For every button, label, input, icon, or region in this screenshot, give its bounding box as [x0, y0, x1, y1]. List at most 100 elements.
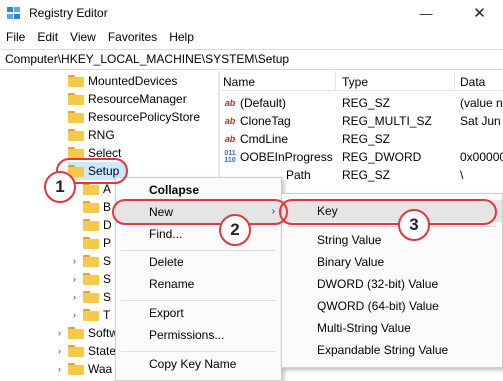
menu-edit[interactable]: Edit: [31, 30, 64, 44]
tree-item-label: D: [103, 218, 112, 232]
expand-chevron-icon[interactable]: ›: [73, 256, 76, 266]
menu-item-export[interactable]: Export: [116, 302, 281, 324]
menu-item-delete[interactable]: Delete: [116, 251, 281, 273]
tree-item-resourcemanager[interactable]: ResourceManager: [68, 90, 187, 108]
value-data: Sat Jun (: [460, 114, 503, 128]
submenu-item-dword-value[interactable]: DWORD (32-bit) Value: [282, 273, 502, 295]
folder-icon: [83, 219, 99, 231]
list-header: Name Type Data: [220, 71, 503, 91]
window-title: Registry Editor: [29, 6, 108, 20]
menu-file[interactable]: File: [0, 30, 31, 44]
tree-item-label: ResourcePolicyStore: [88, 110, 201, 124]
step-badge-2: 2: [219, 214, 251, 246]
tree-item-label: T: [103, 308, 111, 322]
title-bar: Registry Editor — ✕: [0, 0, 503, 26]
value-type: REG_SZ: [342, 96, 391, 110]
value-data: 0x00000: [460, 150, 503, 164]
folder-icon: [68, 93, 84, 105]
close-button[interactable]: ✕: [456, 0, 503, 26]
value-type: REG_DWORD: [342, 150, 422, 164]
submenu-item-expandable-string-value[interactable]: Expandable String Value: [282, 339, 502, 361]
tree-item-label: Waa: [88, 362, 113, 376]
value-row-default[interactable]: ab (Default) REG_SZ (value n: [220, 94, 503, 112]
tree-item-sub-p[interactable]: P: [83, 234, 111, 252]
highlight-ring-new: [112, 199, 288, 225]
tree-item-state[interactable]: › State: [58, 342, 117, 360]
tree-item-label: S: [103, 272, 112, 286]
tree-item-label: RNG: [88, 128, 115, 142]
menu-separator: [121, 351, 276, 352]
expand-chevron-icon[interactable]: ›: [58, 364, 61, 374]
expand-chevron-icon[interactable]: ›: [73, 310, 76, 320]
value-type: REG_MULTI_SZ: [342, 114, 432, 128]
folder-icon: [83, 201, 99, 213]
tree-item-sub-s2[interactable]: › S: [73, 270, 112, 288]
tree-item-sub-d[interactable]: D: [83, 216, 112, 234]
folder-icon: [68, 327, 84, 339]
address-bar[interactable]: Computer\HKEY_LOCAL_MACHINE\SYSTEM\Setup: [0, 49, 503, 70]
folder-icon: [68, 129, 84, 141]
tree-item-sub-s3[interactable]: › S: [73, 288, 112, 306]
submenu-item-multi-string-value[interactable]: Multi-String Value: [282, 317, 502, 339]
expand-chevron-icon[interactable]: ›: [73, 274, 76, 284]
folder-icon: [83, 255, 99, 267]
minimize-button[interactable]: —: [409, 0, 443, 26]
value-row-cmdline[interactable]: ab CmdLine REG_SZ: [220, 130, 503, 148]
tree-item-resourcepolicystore[interactable]: ResourcePolicyStore: [68, 108, 200, 126]
tree-item-label: State: [88, 344, 117, 358]
folder-icon: [83, 237, 99, 249]
value-data: (value n: [460, 96, 503, 110]
tree-item-label: S: [103, 254, 112, 268]
tree-item-label: P: [103, 236, 112, 250]
menu-separator: [121, 300, 276, 301]
value-row-oobeinprogress[interactable]: 011 110 OOBEInProgress REG_DWORD 0x00000: [220, 148, 503, 166]
menu-item-collapse[interactable]: Collapse: [116, 179, 281, 201]
tree-item-label: S: [103, 290, 112, 304]
menu-help[interactable]: Help: [163, 30, 200, 44]
folder-icon: [68, 363, 84, 375]
string-value-icon: ab: [224, 116, 236, 126]
registry-editor-icon: [7, 7, 21, 20]
binary-value-icon: 011 110: [224, 150, 236, 164]
value-name: Path: [286, 168, 311, 182]
tree-item-label: ResourceManager: [88, 92, 187, 106]
column-data[interactable]: Data: [460, 75, 485, 89]
menu-favorites[interactable]: Favorites: [102, 30, 163, 44]
submenu-item-binary-value[interactable]: Binary Value: [282, 251, 502, 273]
value-row-clonetag[interactable]: ab CloneTag REG_MULTI_SZ Sat Jun (: [220, 112, 503, 130]
expand-chevron-icon[interactable]: ›: [73, 292, 76, 302]
menu-bar: File Edit View Favorites Help: [0, 26, 503, 48]
string-value-icon: ab: [224, 98, 236, 108]
menu-item-permissions[interactable]: Permissions...: [116, 324, 281, 346]
expand-chevron-icon[interactable]: ›: [58, 328, 61, 338]
folder-icon: [68, 345, 84, 357]
menu-view[interactable]: View: [64, 30, 102, 44]
folder-icon: [83, 183, 99, 195]
column-divider[interactable]: [335, 71, 336, 91]
tree-item-label: Softw: [88, 326, 119, 340]
tree-item-label: MountedDevices: [88, 74, 178, 88]
tree-item-sub-t[interactable]: › T: [73, 306, 111, 324]
value-name: OOBEInProgress: [240, 150, 333, 164]
tree-item-sub-s1[interactable]: › S: [73, 252, 112, 270]
step-badge-3: 3: [398, 209, 430, 241]
menu-item-copy-key-name[interactable]: Copy Key Name: [116, 353, 281, 375]
tree-item-software[interactable]: › Softw: [58, 324, 119, 342]
tree-item-sub-b[interactable]: B: [83, 198, 111, 216]
expand-chevron-icon[interactable]: ›: [58, 346, 61, 356]
column-type[interactable]: Type: [342, 75, 368, 89]
submenu-item-string-value[interactable]: String Value: [282, 229, 502, 251]
tree-item-rng[interactable]: RNG: [68, 126, 115, 144]
menu-item-find[interactable]: Find...: [116, 223, 281, 245]
menu-item-rename[interactable]: Rename: [116, 273, 281, 295]
column-name[interactable]: Name: [223, 75, 255, 89]
value-name: (Default): [240, 96, 287, 110]
column-divider[interactable]: [454, 71, 455, 91]
value-name: CmdLine: [240, 132, 289, 146]
folder-icon: [68, 75, 84, 87]
string-value-icon: ab: [224, 134, 236, 144]
submenu-item-qword-value[interactable]: QWORD (64-bit) Value: [282, 295, 502, 317]
value-data: \: [460, 168, 464, 182]
tree-item-waa[interactable]: › Waa: [58, 360, 113, 378]
tree-item-mounteddevices[interactable]: MountedDevices: [68, 72, 177, 90]
